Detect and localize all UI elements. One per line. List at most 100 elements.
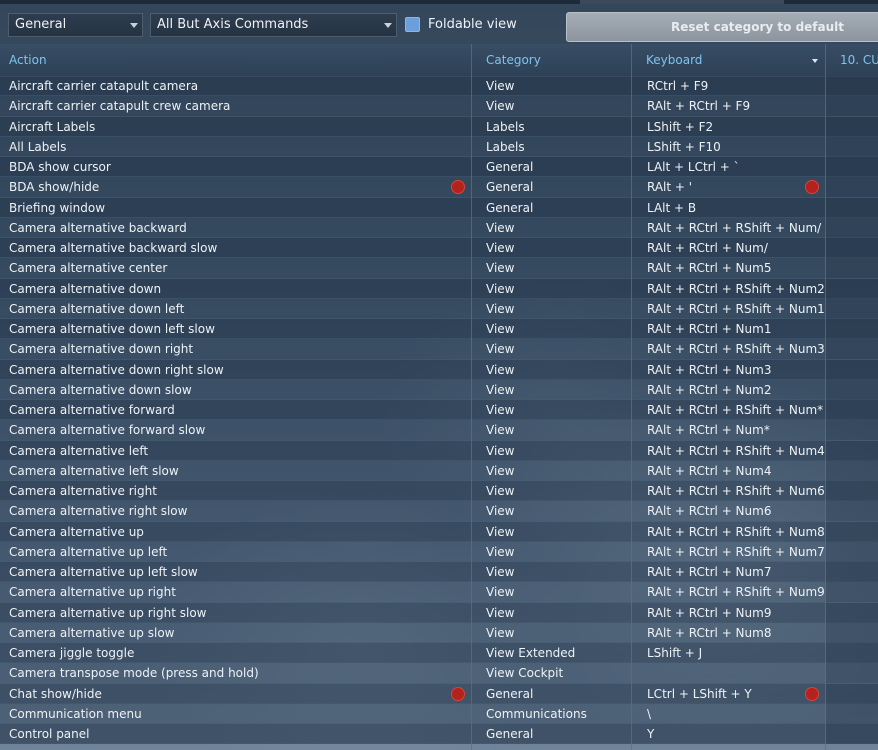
keyboard-binding-cell[interactable]: LAlt + LCtrl + ` bbox=[647, 157, 825, 177]
table-row[interactable]: Camera alternative up right View RAlt + RC… bbox=[0, 582, 878, 603]
table-row[interactable]: Camera alternative down View RAlt + RCtrl … bbox=[0, 278, 878, 299]
device-binding-cell[interactable] bbox=[826, 136, 878, 157]
column-header-action[interactable]: Action bbox=[0, 44, 471, 76]
action-cell[interactable]: Camera alternative center bbox=[9, 258, 464, 278]
keyboard-binding-cell[interactable]: RAlt + RCtrl + Num9 bbox=[647, 603, 825, 623]
device-binding-cell[interactable] bbox=[826, 319, 878, 339]
action-cell[interactable]: Camera transpose mode (press and hold) bbox=[9, 663, 464, 683]
table-row[interactable]: Camera alternative up View RAlt + RCtrl + … bbox=[0, 521, 878, 542]
keyboard-binding-cell[interactable]: RAlt + RCtrl + RShift + Num2 bbox=[647, 279, 825, 299]
action-cell[interactable]: Camera alternative down slow bbox=[9, 380, 464, 400]
keyboard-binding-cell[interactable]: LCtrl + LShift + Y bbox=[647, 684, 825, 704]
column-header-keyboard[interactable]: Keyboard bbox=[637, 44, 826, 76]
device-binding-cell[interactable] bbox=[826, 258, 878, 279]
action-cell[interactable]: Communication menu bbox=[9, 704, 464, 724]
action-cell[interactable]: Camera alternative up right bbox=[9, 582, 464, 602]
keyboard-binding-cell[interactable]: RAlt + RCtrl + RShift + Num6 bbox=[647, 481, 825, 501]
device-binding-cell[interactable] bbox=[826, 217, 878, 238]
table-row[interactable]: Camera alternative center View RAlt + RCtr… bbox=[0, 258, 878, 279]
table-row[interactable]: Chat show/hide General LCtrl + LShift + Y bbox=[0, 683, 878, 704]
table-row[interactable]: Camera alternative right slow View RAlt + … bbox=[0, 501, 878, 522]
table-row[interactable]: Camera alternative backward slow View RAlt… bbox=[0, 238, 878, 259]
device-binding-cell[interactable] bbox=[826, 622, 878, 643]
action-cell[interactable]: Camera alternative up left bbox=[9, 542, 464, 562]
action-cell[interactable]: Chat show/hide bbox=[9, 684, 464, 704]
action-cell[interactable]: All Labels bbox=[9, 137, 464, 157]
column-divider[interactable] bbox=[825, 44, 826, 750]
action-cell[interactable]: Camera alternative forward bbox=[9, 400, 464, 420]
category-dropdown[interactable]: General bbox=[8, 13, 143, 37]
action-cell[interactable]: Briefing window bbox=[9, 198, 464, 218]
table-row[interactable]: Camera jiggle toggle View Extended LShift … bbox=[0, 643, 878, 664]
device-binding-cell[interactable] bbox=[826, 481, 878, 501]
device-binding-cell[interactable] bbox=[826, 703, 878, 724]
table-row[interactable]: Camera transpose mode (press and hold) Vi… bbox=[0, 663, 878, 684]
table-row[interactable]: Aircraft carrier catapult crew camera Vie… bbox=[0, 96, 878, 117]
device-binding-cell[interactable] bbox=[826, 379, 878, 400]
table-row[interactable]: Camera alternative left slow View RAlt + R… bbox=[0, 460, 878, 481]
device-binding-cell[interactable] bbox=[826, 663, 878, 684]
keyboard-binding-cell[interactable]: LAlt + B bbox=[647, 198, 825, 218]
table-row[interactable]: Camera alternative forward View RAlt + RCt… bbox=[0, 400, 878, 421]
keyboard-binding-cell[interactable]: RAlt + RCtrl + Num4 bbox=[647, 461, 825, 481]
keyboard-binding-cell[interactable] bbox=[647, 663, 825, 683]
action-cell[interactable]: Camera alternative down left bbox=[9, 299, 464, 319]
action-cell[interactable]: Camera alternative backward bbox=[9, 218, 464, 238]
device-binding-cell[interactable] bbox=[826, 157, 878, 177]
keyboard-binding-cell[interactable]: RAlt + RCtrl + Num2 bbox=[647, 380, 825, 400]
keyboard-binding-cell[interactable]: LShift + J bbox=[647, 643, 825, 663]
keyboard-binding-cell[interactable]: RAlt + RCtrl + Num1 bbox=[647, 319, 825, 339]
device-binding-cell[interactable] bbox=[826, 298, 878, 319]
keyboard-binding-cell[interactable]: RAlt + RCtrl + RShift + Num8 bbox=[647, 522, 825, 542]
action-cell[interactable]: Camera alternative up bbox=[9, 522, 464, 542]
table-row[interactable]: Aircraft carrier catapult camera View RCtr… bbox=[0, 76, 878, 97]
keyboard-binding-cell[interactable]: RAlt + RCtrl + Num5 bbox=[647, 258, 825, 278]
keyboard-binding-cell[interactable]: \ bbox=[647, 704, 825, 724]
table-row[interactable]: Camera alternative up slow View RAlt + RCt… bbox=[0, 622, 878, 643]
table-row[interactable]: Camera alternative down right slow View RA… bbox=[0, 359, 878, 380]
reset-category-button[interactable]: Reset category to default bbox=[566, 12, 878, 42]
keyboard-binding-cell[interactable]: LShift + F2 bbox=[647, 117, 825, 137]
column-header-device[interactable]: 10. CU bbox=[831, 44, 878, 76]
table-row[interactable]: Camera alternative forward slow View RAlt … bbox=[0, 420, 878, 441]
device-binding-cell[interactable] bbox=[826, 501, 878, 522]
keyboard-binding-cell[interactable]: RAlt + RCtrl + Num7 bbox=[647, 562, 825, 582]
table-row[interactable]: BDA show/hide General RAlt + ' bbox=[0, 177, 878, 198]
keyboard-binding-cell[interactable]: RAlt + RCtrl + RShift + Num4 bbox=[647, 441, 825, 461]
device-binding-cell[interactable] bbox=[826, 278, 878, 299]
action-cell[interactable]: Camera alternative down left slow bbox=[9, 319, 464, 339]
keyboard-binding-cell[interactable]: Y bbox=[647, 724, 825, 744]
device-binding-cell[interactable] bbox=[826, 562, 878, 582]
device-binding-cell[interactable] bbox=[826, 359, 878, 380]
device-binding-cell[interactable] bbox=[826, 197, 878, 218]
device-binding-cell[interactable] bbox=[826, 339, 878, 360]
device-binding-cell[interactable] bbox=[826, 602, 878, 623]
device-binding-cell[interactable] bbox=[826, 116, 878, 137]
table-row[interactable]: Camera alternative left View RAlt + RCtrl … bbox=[0, 440, 878, 461]
action-cell[interactable]: BDA show cursor bbox=[9, 157, 464, 177]
keyboard-binding-cell[interactable]: RAlt + RCtrl + Num* bbox=[647, 420, 825, 440]
action-cell[interactable]: Camera alternative left bbox=[9, 441, 464, 461]
action-cell[interactable]: Camera alternative backward slow bbox=[9, 238, 464, 258]
action-cell[interactable]: Camera alternative down right bbox=[9, 339, 464, 359]
action-cell[interactable]: Camera alternative right slow bbox=[9, 501, 464, 521]
action-cell[interactable]: Camera alternative down bbox=[9, 279, 464, 299]
keyboard-binding-cell[interactable]: RAlt + RCtrl + RShift + Num3 bbox=[647, 339, 825, 359]
foldable-view-checkbox[interactable] bbox=[405, 17, 420, 32]
keyboard-binding-cell[interactable]: RAlt + ' bbox=[647, 177, 825, 197]
keyboard-binding-cell[interactable]: RAlt + RCtrl + RShift + Num/ bbox=[647, 218, 825, 238]
table-row[interactable]: Aircraft Labels Labels LShift + F2 bbox=[0, 116, 878, 137]
table-row[interactable]: BDA show cursor General LAlt + LCtrl + ` bbox=[0, 157, 878, 178]
table-row[interactable]: Communication menu Communications \ bbox=[0, 703, 878, 724]
table-row[interactable]: Camera alternative up left View RAlt + RCt… bbox=[0, 541, 878, 562]
device-binding-cell[interactable] bbox=[826, 541, 878, 562]
keyboard-binding-cell[interactable]: RAlt + RCtrl + F9 bbox=[647, 96, 825, 116]
action-cell[interactable]: Camera alternative down right slow bbox=[9, 360, 464, 380]
device-binding-cell[interactable] bbox=[826, 177, 878, 198]
action-cell[interactable]: Aircraft carrier catapult camera bbox=[9, 76, 464, 96]
action-cell[interactable]: Camera alternative up left slow bbox=[9, 562, 464, 582]
sort-caret-icon[interactable] bbox=[812, 59, 818, 63]
column-divider[interactable] bbox=[471, 44, 472, 750]
action-cell[interactable]: Aircraft Labels bbox=[9, 117, 464, 137]
device-binding-cell[interactable] bbox=[826, 643, 878, 663]
